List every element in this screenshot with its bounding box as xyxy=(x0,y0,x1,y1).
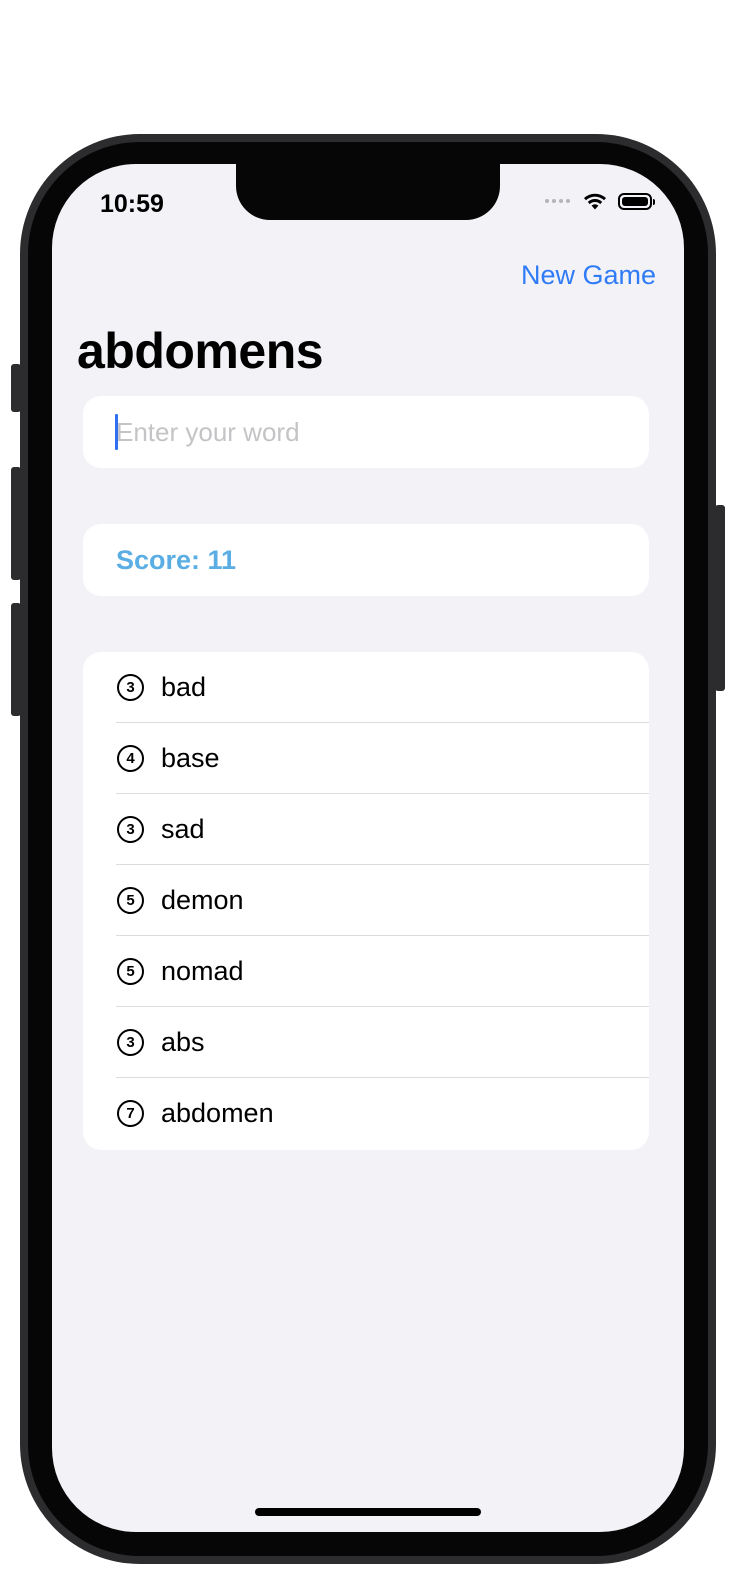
cellular-signal-icon xyxy=(545,199,570,203)
word-label: abs xyxy=(161,1027,205,1057)
count-circle-icon: 3 xyxy=(117,674,144,701)
status-time: 10:59 xyxy=(100,190,164,218)
list-item[interactable]: 5 demon xyxy=(83,865,649,936)
count-circle-icon: 5 xyxy=(117,887,144,914)
score-label: Score: 11 xyxy=(116,545,237,575)
home-indicator[interactable] xyxy=(255,1508,481,1516)
word-label: bad xyxy=(161,672,207,702)
app-screen: 10:59 New Game abdomens Score: 11 xyxy=(52,164,684,1532)
device-stage: 10:59 New Game abdomens Score: 11 xyxy=(0,0,746,1596)
new-game-button[interactable]: New Game xyxy=(521,260,656,291)
word-input[interactable] xyxy=(116,396,616,468)
status-icons xyxy=(545,191,655,211)
used-words-list: 3 bad 4 base 3 sad 5 demon 5 nomad 3 abs… xyxy=(83,652,649,1150)
count-circle-icon: 5 xyxy=(117,958,144,985)
list-item[interactable]: 3 sad xyxy=(83,794,649,865)
list-item[interactable]: 7 abdomen xyxy=(83,1078,649,1149)
word-input-card xyxy=(83,396,649,468)
list-item[interactable]: 4 base xyxy=(83,723,649,794)
notch xyxy=(236,164,500,220)
word-label: demon xyxy=(161,885,244,915)
count-circle-icon: 4 xyxy=(117,745,144,772)
list-item[interactable]: 3 abs xyxy=(83,1007,649,1078)
word-label: base xyxy=(161,743,220,773)
count-circle-icon: 3 xyxy=(117,816,144,843)
wifi-icon xyxy=(584,193,606,210)
count-circle-icon: 7 xyxy=(117,1100,144,1127)
battery-icon xyxy=(618,192,655,210)
word-label: abdomen xyxy=(161,1098,274,1128)
count-circle-icon: 3 xyxy=(117,1029,144,1056)
score-card: Score: 11 xyxy=(83,524,649,596)
word-label: nomad xyxy=(161,956,244,986)
list-item[interactable]: 5 nomad xyxy=(83,936,649,1007)
list-item[interactable]: 3 bad xyxy=(83,652,649,723)
word-label: sad xyxy=(161,814,205,844)
page-title: abdomens xyxy=(77,323,324,379)
power-button xyxy=(715,505,725,691)
